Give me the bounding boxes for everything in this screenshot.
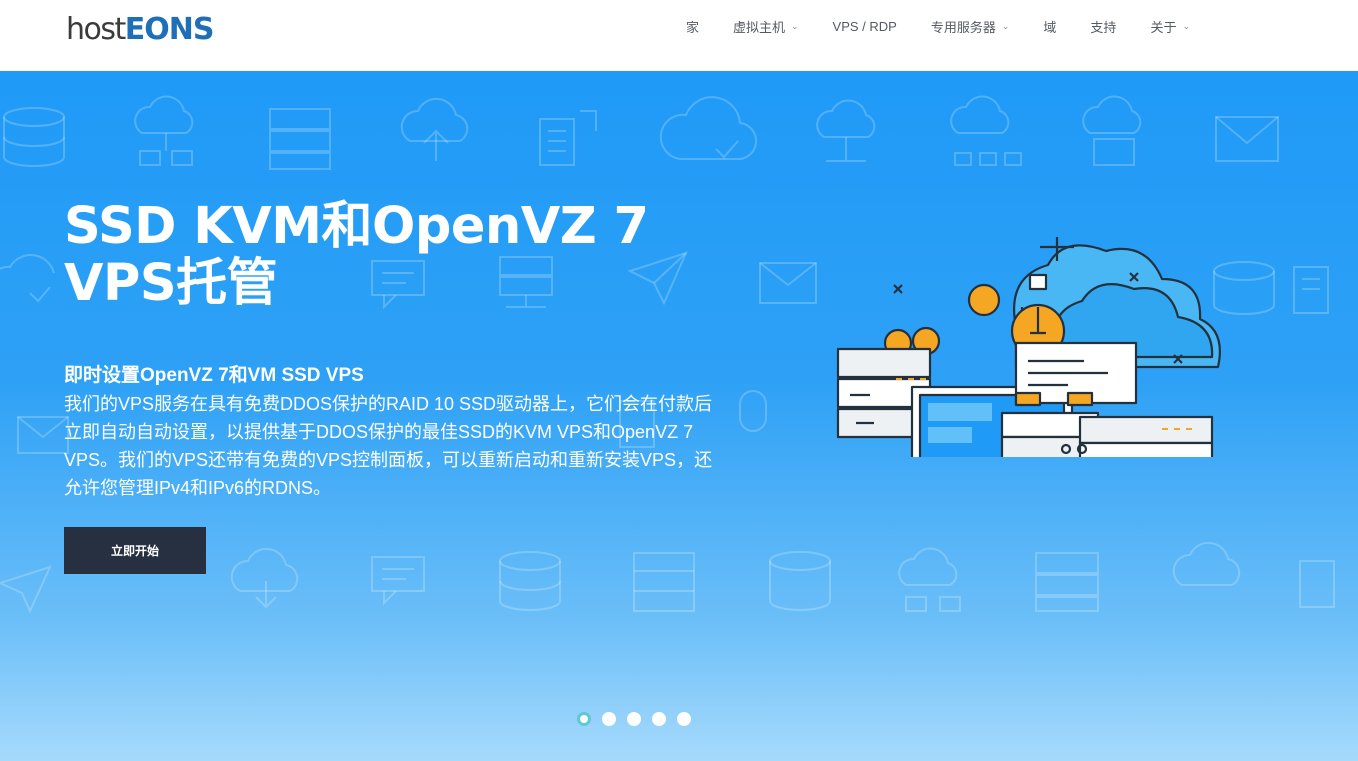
hero-description: 我们的VPS服务在具有免费DDOS保护的RAID 10 SSD驱动器上，它们会在… — [64, 394, 713, 498]
nav-item-label: 虚拟主机 — [732, 19, 785, 35]
mail-icon — [17, 416, 69, 454]
main-nav: 家 虚拟主机 ⌄ VPS / RDP 专用服务器 ⌄ 域 支持 关于 ⌄ — [669, 0, 1190, 52]
slider-dot-4[interactable] — [652, 712, 666, 726]
hosteons-logo[interactable]: hostEONS — [66, 14, 214, 46]
hero-subtitle: 即时设置OpenVZ 7和VM SSD VPS — [64, 365, 364, 386]
paper-plane-icon — [0, 565, 52, 614]
nav-item-dedicated-servers[interactable]: 专用服务器 ⌄ — [914, 0, 1027, 52]
database-icon — [769, 551, 831, 612]
server-rack-icon — [1035, 552, 1099, 612]
nav-item-label: 家 — [685, 19, 699, 35]
mail-icon — [1215, 116, 1279, 162]
slider-dot-5[interactable] — [677, 712, 691, 726]
nav-item-label: VPS / RDP — [832, 18, 897, 34]
slider-pagination — [577, 712, 691, 726]
server-rack-icon — [269, 108, 331, 170]
chevron-down-icon: ⌄ — [1001, 20, 1010, 31]
mouse-icon — [739, 390, 767, 432]
nav-item-label: 专用服务器 — [930, 19, 996, 35]
nav-item-label: 支持 — [1090, 19, 1117, 35]
nav-item-vps-rdp[interactable]: VPS / RDP — [816, 0, 914, 52]
document-transfer-icon — [539, 110, 597, 166]
slider-dot-3[interactable] — [627, 712, 641, 726]
server-cloud-icon — [633, 552, 695, 612]
database-icon — [499, 551, 561, 612]
cloud-network-icon — [134, 95, 194, 166]
mail-icon — [759, 262, 817, 304]
slider-dot-1[interactable] — [577, 712, 591, 726]
hero-slider: SSD KVM和OpenVZ 7 VPS托管 即时设置OpenVZ 7和VM S… — [0, 71, 1358, 761]
nav-item-support[interactable]: 支持 — [1073, 0, 1133, 52]
nav-item-label: 域 — [1043, 19, 1057, 35]
cloud-database-icon — [1082, 95, 1142, 166]
cloud-network-icon — [950, 95, 1022, 166]
cloud-server-icon — [816, 99, 876, 162]
database-icon — [3, 107, 65, 168]
nav-item-about[interactable]: 关于 ⌄ — [1133, 0, 1190, 52]
nav-item-home[interactable]: 家 — [669, 0, 716, 52]
slider-dot-2[interactable] — [602, 712, 616, 726]
site-header: hostEONS 家 虚拟主机 ⌄ VPS / RDP 专用服务器 ⌄ 域 支持… — [0, 0, 1358, 71]
cloud-upload-icon — [1172, 541, 1241, 586]
document-icon — [1299, 560, 1335, 608]
hero-title: SSD KVM和OpenVZ 7 VPS托管 — [64, 197, 649, 313]
get-started-button[interactable]: 立即开始 — [64, 527, 206, 574]
document-icon — [1293, 266, 1329, 314]
cloud-network-icon — [898, 547, 961, 612]
nav-item-web-hosting[interactable]: 虚拟主机 ⌄ — [716, 0, 816, 52]
cloud-download-icon — [230, 547, 299, 609]
server-cloud-illustration — [836, 237, 1221, 457]
cloud-check-icon — [659, 96, 758, 161]
chat-icon — [371, 556, 425, 606]
chevron-down-icon: ⌄ — [791, 20, 799, 31]
nav-item-domains[interactable]: 域 — [1026, 0, 1073, 52]
chevron-down-icon: ⌄ — [1182, 20, 1190, 31]
nav-item-label: 关于 — [1150, 19, 1177, 35]
cloud-check-icon — [0, 254, 55, 303]
cloud-upload-icon — [400, 97, 469, 161]
